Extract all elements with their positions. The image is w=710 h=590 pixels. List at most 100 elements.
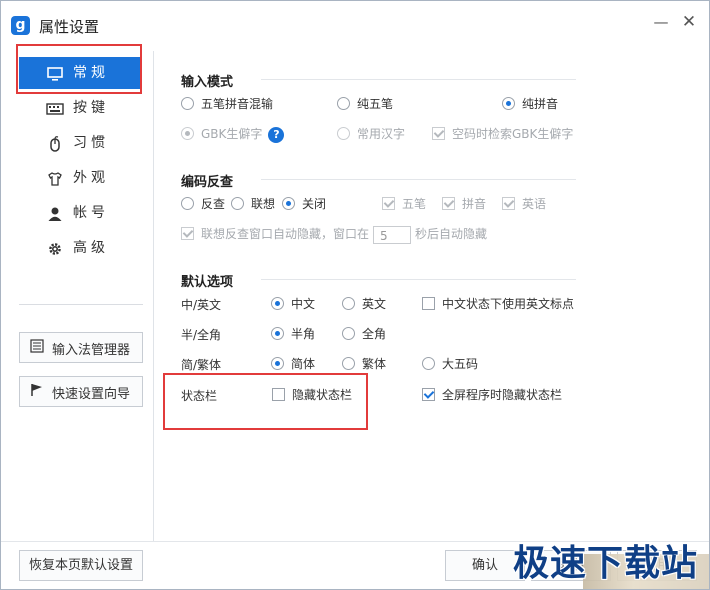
cn-en-label: 中/英文 <box>181 298 222 312</box>
radio-big5[interactable]: 大五码 <box>422 355 478 373</box>
settings-window: g 属性设置 — ✕ 常规 按键 习惯 外观 帐号 高级 输入法管理器 快速设置… <box>0 0 710 590</box>
radio-association[interactable]: 联想 <box>231 195 275 213</box>
radio-wubi-pinyin-mix[interactable]: 五笔拼音混输 <box>181 95 273 113</box>
sidebar: 常规 按键 习惯 外观 帐号 高级 输入法管理器 快速设置向导 <box>1 51 154 541</box>
checkbox-pinyin[interactable]: 拼音 <box>442 195 486 213</box>
quick-wizard-label: 快速设置向导 <box>52 387 131 402</box>
radio-circle <box>337 97 350 110</box>
checkbox-box-checked <box>382 197 395 210</box>
radio-circle-checked <box>282 197 295 210</box>
reverse-lookup-title: 编码反查 <box>181 175 234 190</box>
radio-reverse[interactable]: 反查 <box>181 195 225 213</box>
radio-circle <box>422 357 435 370</box>
list-icon <box>30 339 44 357</box>
watermark-text: 极速下载站 <box>513 543 699 584</box>
highlight-box-statusbar <box>163 373 368 430</box>
help-icon[interactable]: ? <box>268 126 285 143</box>
sidebar-item-label: 高级 <box>73 240 109 256</box>
checkbox-wubi[interactable]: 五笔 <box>382 195 426 213</box>
ime-manager-button[interactable]: 输入法管理器 <box>19 332 143 363</box>
checkbox-empty-code-gbk[interactable]: 空码时检索GBK生僻字 <box>432 125 573 143</box>
option-label: 大五码 <box>442 357 479 371</box>
option-label: 中文 <box>291 297 316 311</box>
option-label: 纯五笔 <box>357 97 394 111</box>
sidebar-item-keys[interactable]: 按键 <box>19 92 141 124</box>
checkbox-box-checked <box>502 197 515 210</box>
option-label: 拼音 <box>462 197 487 211</box>
radio-simplified[interactable]: 简体 <box>271 355 315 373</box>
keyboard-icon <box>45 92 65 124</box>
sidebar-item-label: 外观 <box>73 170 109 186</box>
checkbox-auto-hide[interactable]: 联想反查窗口自动隐藏，窗口在 5 秒后自动隐藏 <box>181 225 488 244</box>
radio-circle-checked <box>271 357 284 370</box>
minimize-button[interactable]: — <box>649 11 673 35</box>
defaults-title: 默认选项 <box>181 275 234 290</box>
sidebar-item-label: 习惯 <box>73 135 109 151</box>
sidebar-item-account[interactable]: 帐号 <box>19 197 141 229</box>
radio-common-hanzi[interactable]: 常用汉字 <box>337 125 405 143</box>
sidebar-item-appearance[interactable]: 外观 <box>19 162 141 194</box>
radio-traditional[interactable]: 繁体 <box>342 355 386 373</box>
script-label: 简/繁体 <box>181 358 222 372</box>
radio-chinese[interactable]: 中文 <box>271 295 315 313</box>
shirt-icon <box>45 162 65 194</box>
option-label: 中文状态下使用英文标点 <box>442 297 575 311</box>
checkbox-box-checked <box>432 127 445 140</box>
option-label: 五笔拼音混输 <box>201 97 274 111</box>
radio-pure-pinyin[interactable]: 纯拼音 <box>502 95 558 113</box>
radio-off[interactable]: 关闭 <box>282 195 326 213</box>
option-label: 全屏程序时隐藏状态栏 <box>442 388 563 402</box>
radio-circle <box>342 297 355 310</box>
quick-wizard-button[interactable]: 快速设置向导 <box>19 376 143 407</box>
settings-content: 输入模式 五笔拼音混输 纯五笔 纯拼音 GBK生僻字? 常用汉字 空码时检索GB… <box>154 51 709 541</box>
option-label: 常用汉字 <box>357 127 406 141</box>
section-divider <box>261 279 576 280</box>
radio-circle <box>342 327 355 340</box>
option-label: 纯拼音 <box>522 97 559 111</box>
app-logo-icon: g <box>11 16 30 35</box>
checkbox-cn-en-punct[interactable]: 中文状态下使用英文标点 <box>422 295 574 313</box>
section-divider <box>261 179 576 180</box>
checkbox-box-checked <box>442 197 455 210</box>
radio-pure-wubi[interactable]: 纯五笔 <box>337 95 393 113</box>
radio-half-width[interactable]: 半角 <box>271 325 315 343</box>
mouse-icon <box>45 127 65 159</box>
close-button[interactable]: ✕ <box>677 11 701 35</box>
ime-manager-label: 输入法管理器 <box>52 343 131 358</box>
sidebar-item-habits[interactable]: 习惯 <box>19 127 141 159</box>
restore-defaults-button[interactable]: 恢复本页默认设置 <box>19 550 143 581</box>
flag-icon <box>30 383 44 401</box>
option-label: 关闭 <box>302 197 327 211</box>
sidebar-item-label: 按键 <box>73 100 109 116</box>
radio-gbk-rare[interactable]: GBK生僻字? <box>181 125 285 143</box>
width-label: 半/全角 <box>181 328 222 342</box>
gear-icon <box>45 232 65 264</box>
option-label: 五笔 <box>402 197 427 211</box>
sidebar-item-label: 帐号 <box>73 205 109 221</box>
seconds-input[interactable]: 5 <box>373 225 412 244</box>
section-divider <box>261 79 576 80</box>
input-mode-title: 输入模式 <box>181 75 234 90</box>
radio-circle <box>337 127 350 140</box>
radio-circle <box>181 197 194 210</box>
radio-english[interactable]: 英文 <box>342 295 386 313</box>
option-label: 半角 <box>291 327 316 341</box>
radio-circle <box>231 197 244 210</box>
option-label-suffix: 秒后自动隐藏 <box>415 227 488 241</box>
checkbox-english[interactable]: 英语 <box>502 195 546 213</box>
checkbox-box-checked <box>181 227 194 240</box>
radio-circle <box>181 97 194 110</box>
radio-full-width[interactable]: 全角 <box>342 325 386 343</box>
sidebar-item-advanced[interactable]: 高级 <box>19 232 141 264</box>
option-label: 空码时检索GBK生僻字 <box>452 127 574 141</box>
option-label: 反查 <box>201 197 226 211</box>
option-label: GBK生僻字 <box>201 127 263 141</box>
checkbox-fullscreen-hide-statusbar[interactable]: 全屏程序时隐藏状态栏 <box>422 386 562 404</box>
radio-circle-checked <box>502 97 515 110</box>
radio-circle <box>342 357 355 370</box>
option-label: 简体 <box>291 357 316 371</box>
option-label: 英语 <box>522 197 547 211</box>
radio-circle-checked <box>181 127 194 140</box>
checkbox-box-checked <box>422 388 435 401</box>
checkbox-box <box>422 297 435 310</box>
